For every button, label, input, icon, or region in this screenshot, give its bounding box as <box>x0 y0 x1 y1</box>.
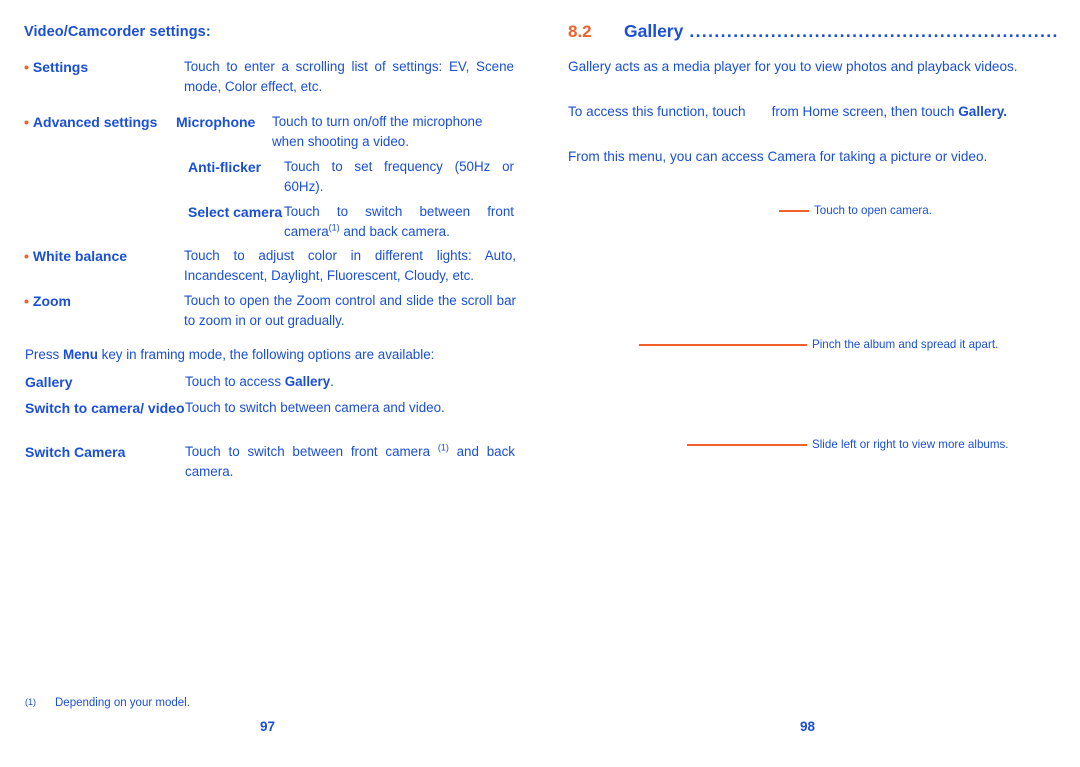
bullet-icon: • <box>24 293 29 309</box>
callout-slide-albums-text: Slide left or right to view more albums. <box>812 438 1009 451</box>
zoom-desc: Touch to open the Zoom control and slide… <box>184 293 516 328</box>
bullet-icon: • <box>24 248 29 264</box>
left-page: Video/Camcorder settings: • Settings Touc… <box>0 0 540 767</box>
menu-switch-camera-row: Switch Camera Touch to switch between fr… <box>25 442 520 482</box>
footnote-text: Depending on your model. <box>55 697 190 709</box>
chapter-title: Gallery <box>624 21 684 41</box>
menu-switch-camera-desc: Touch to switch between front camera (1)… <box>185 442 515 482</box>
dot-leader: ........................................… <box>689 21 1058 41</box>
gallery-bold-label: Gallery. <box>958 104 1008 119</box>
white-balance-term: • White balance <box>24 246 184 266</box>
footnote-ref: (1) <box>437 442 449 453</box>
menu-key-label: Menu <box>62 347 98 362</box>
leader-line <box>687 444 807 446</box>
menu-intro-pre: Press <box>25 347 63 362</box>
menu-switch-camera-desc-pre: Touch to switch between front camera <box>185 444 438 459</box>
callout-pinch-album-text: Pinch the album and spread it apart. <box>812 338 999 351</box>
callout-slide-albums: Slide left or right to view more albums. <box>687 438 1009 452</box>
zoom-term: • Zoom <box>24 291 184 311</box>
anti-flicker-row: Anti-flicker Touch to set frequency (50H… <box>188 157 523 197</box>
white-balance-term-label: White balance <box>32 248 128 264</box>
section-heading: Video/Camcorder settings: <box>24 24 211 40</box>
callout-open-camera-text: Touch to open camera. <box>814 204 932 217</box>
zoom-term-label: Zoom <box>32 293 72 309</box>
chapter-heading: 8.2 Gallery ............................… <box>568 21 1058 42</box>
white-balance-row: • White balance Touch to adjust color in … <box>24 246 524 286</box>
menu-switch-camera-video-row: Switch to camera/ video Touch to switch … <box>25 398 520 418</box>
menu-gallery-desc-pre: Touch to access <box>185 374 285 389</box>
gallery-intro-paragraph: Gallery acts as a media player for you t… <box>568 59 1018 74</box>
anti-flicker-desc: Touch to set frequency (50Hz or 60Hz). <box>284 159 514 194</box>
select-camera-desc-post: and back camera. <box>339 224 450 239</box>
microphone-subterm: Microphone <box>176 114 256 130</box>
manual-spread: Video/Camcorder settings: • Settings Touc… <box>0 0 1080 767</box>
right-page: 8.2 Gallery ............................… <box>540 0 1080 767</box>
menu-gallery-desc: Touch to access Gallery. <box>185 372 515 392</box>
settings-desc: Touch to enter a scrolling list of setti… <box>184 59 514 94</box>
access-text-mid: from Home screen, then touch <box>771 104 955 119</box>
callout-pinch-album: Pinch the album and spread it apart. <box>639 338 998 352</box>
gallery-screenshot-illustration <box>568 180 868 480</box>
menu-switch-camera-video-term: Switch to camera/ video <box>25 400 185 416</box>
bullet-icon: • <box>24 114 29 130</box>
footnote: (1) Depending on your model. <box>25 697 190 709</box>
menu-intro-paragraph: Press Menu key in framing mode, the foll… <box>25 345 517 365</box>
footnote-marker: (1) <box>25 697 36 707</box>
zoom-row: • Zoom Touch to open the Zoom control and… <box>24 291 524 331</box>
gallery-link-label: Gallery <box>284 374 331 389</box>
white-balance-desc: Touch to adjust color in different light… <box>184 248 516 283</box>
page-number-left: 97 <box>260 719 276 734</box>
chapter-number: 8.2 <box>568 22 592 41</box>
select-camera-subterm: Select camera <box>188 204 283 220</box>
settings-term: • Settings <box>24 57 184 77</box>
bullet-icon: • <box>24 59 29 75</box>
leader-line <box>639 344 807 346</box>
advanced-settings-row: • Advanced settings Microphone Touch to t… <box>24 112 524 152</box>
menu-gallery-desc-post: . <box>330 374 334 389</box>
select-camera-row: Select camera Touch to switch between fr… <box>188 202 523 242</box>
menu-gallery-row: Gallery Touch to access Gallery. <box>25 372 520 392</box>
page-number-right: 98 <box>800 719 816 734</box>
menu-gallery-term: Gallery <box>25 374 73 390</box>
menu-intro-post: key in framing mode, the following optio… <box>97 347 435 362</box>
settings-term-label: Settings <box>32 59 89 75</box>
menu-switch-camera-video-desc: Touch to switch between camera and video… <box>185 400 445 415</box>
anti-flicker-subterm: Anti-flicker <box>188 159 262 175</box>
settings-row: • Settings Touch to enter a scrolling lis… <box>24 57 519 97</box>
footnote-ref: (1) <box>328 222 340 233</box>
menu-switch-camera-term: Switch Camera <box>25 444 126 460</box>
select-camera-desc: Touch to switch between front camera(1) … <box>284 202 514 242</box>
leader-line <box>779 210 809 212</box>
access-text-pre: To access this function, touch <box>568 104 746 119</box>
microphone-desc: Touch to turn on/off the microphone when… <box>272 114 483 149</box>
advanced-settings-term-label: Advanced settings <box>32 114 158 130</box>
advanced-settings-term: • Advanced settings <box>24 112 176 132</box>
gallery-camera-paragraph: From this menu, you can access Camera fo… <box>568 149 988 164</box>
callout-open-camera: Touch to open camera. <box>779 204 932 218</box>
gallery-access-paragraph: To access this function, touch from Home … <box>568 102 1060 122</box>
